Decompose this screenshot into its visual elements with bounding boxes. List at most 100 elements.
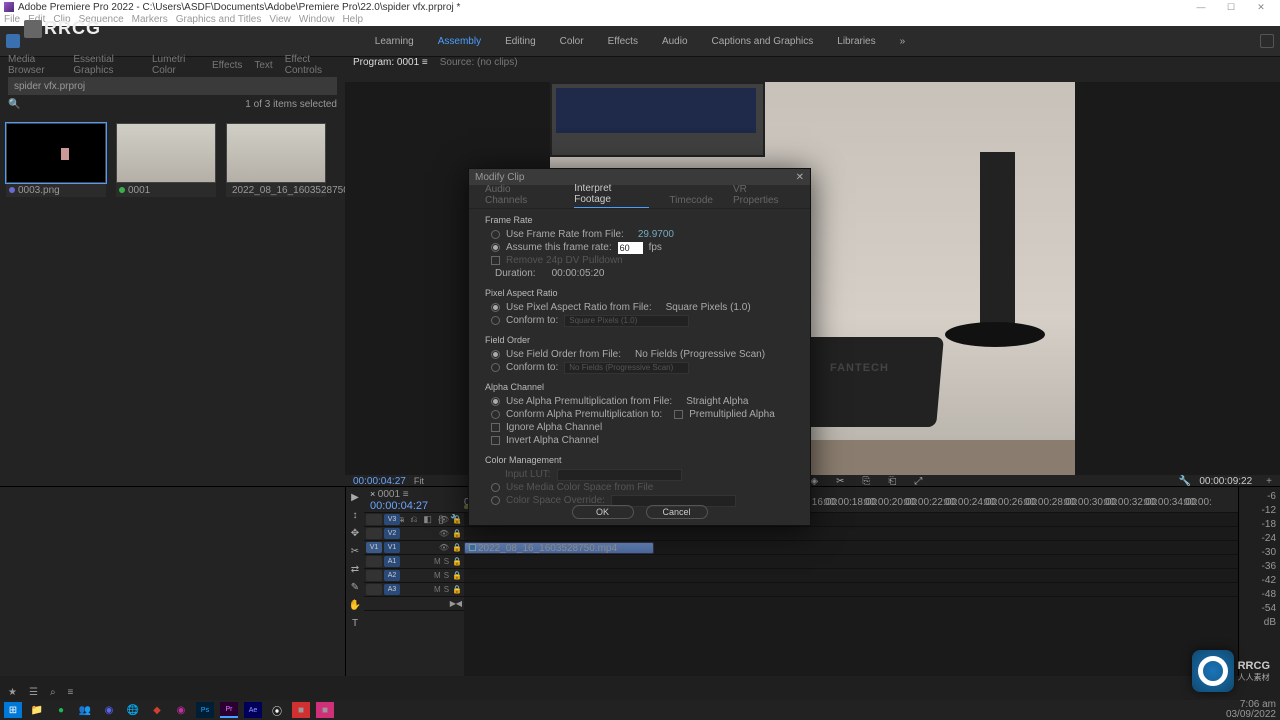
check-premult[interactable] xyxy=(674,410,683,419)
track-lanes[interactable]: 2022_08_16_1603528750.mp4 xyxy=(464,513,1238,676)
timeline-tools: ▶ ↕ ✥ ✂ ⇄ ✎ ✋ T xyxy=(346,487,364,676)
start-button[interactable]: ⊞ xyxy=(4,702,22,718)
menu-graphics[interactable]: Graphics and Titles xyxy=(176,14,262,26)
tb-app4[interactable]: ■ xyxy=(316,702,334,718)
dialog-close-icon[interactable]: ✕ xyxy=(796,172,804,183)
tb-premiere[interactable]: Pr xyxy=(220,702,238,718)
playhead-timecode-tl[interactable]: 00:00:04:27 xyxy=(370,500,458,512)
menu-markers[interactable]: Markers xyxy=(132,14,168,26)
tab-vr-properties[interactable]: VR Properties xyxy=(733,184,794,208)
track-header-a2[interactable]: A2MS🔒 xyxy=(364,569,464,583)
track-header-a3[interactable]: A3MS🔒 xyxy=(364,583,464,597)
track-header-v1[interactable]: V1V1👁🔒 xyxy=(364,541,464,555)
tb-explorer[interactable]: 📁 xyxy=(28,702,46,718)
tb-app3[interactable]: ■ xyxy=(292,702,310,718)
tab-program[interactable]: Program: 0001 ≡ xyxy=(353,57,428,68)
minimize-button[interactable]: — xyxy=(1186,2,1216,12)
maximize-button[interactable]: ☐ xyxy=(1216,2,1246,13)
add-button-icon[interactable]: + xyxy=(1266,476,1272,487)
export-icon[interactable] xyxy=(1260,34,1274,48)
project-item[interactable]: 0001 xyxy=(116,123,216,197)
tb-photoshop[interactable]: Ps xyxy=(196,702,214,718)
track-select-tool[interactable]: ↕ xyxy=(349,509,361,521)
track-header-a1[interactable]: A1MS🔒 xyxy=(364,555,464,569)
watermark-text: RRCG xyxy=(1238,660,1270,672)
tb-spotify[interactable]: ● xyxy=(52,702,70,718)
hand-tool[interactable]: ✋ xyxy=(349,599,361,611)
type-tool[interactable]: T xyxy=(349,617,361,629)
track-header-v3[interactable]: V3👁🔒 xyxy=(364,513,464,527)
track-headers: V3👁🔒 V2👁🔒 V1V1👁🔒 A1MS🔒 A2MS🔒 A3MS🔒 ▶◀ xyxy=(364,513,464,676)
dialog-tabs: Audio Channels Interpret Footage Timecod… xyxy=(469,191,810,209)
ws-overflow[interactable]: » xyxy=(900,36,906,47)
radio-fps-file[interactable] xyxy=(491,230,500,239)
search-icon[interactable]: 🔍 xyxy=(8,99,20,110)
tb-app2[interactable]: ◉ xyxy=(172,702,190,718)
radio-fps-assume[interactable] xyxy=(491,243,500,252)
pen-tool[interactable]: ✎ xyxy=(349,581,361,593)
razor-tool[interactable]: ✂ xyxy=(349,545,361,557)
cancel-button[interactable]: Cancel xyxy=(646,505,708,519)
slip-tool[interactable]: ⇄ xyxy=(349,563,361,575)
playhead-timecode[interactable]: 00:00:04:27 xyxy=(353,476,406,487)
tab-effects[interactable]: Effects xyxy=(212,60,242,71)
ws-effects[interactable]: Effects xyxy=(608,36,638,47)
ws-learning[interactable]: Learning xyxy=(375,36,414,47)
video-clip[interactable]: 2022_08_16_1603528750.mp4 xyxy=(464,542,654,554)
thumbnail-grid: 0003.png 0001 2022_08_16_1603528750.mp4 xyxy=(0,115,345,205)
tb-chrome[interactable]: 🌐 xyxy=(124,702,142,718)
radio-alpha-conform[interactable] xyxy=(491,410,500,419)
menu-window[interactable]: Window xyxy=(299,14,335,26)
ws-color[interactable]: Color xyxy=(560,36,584,47)
ws-libraries[interactable]: Libraries xyxy=(837,36,875,47)
menu-help[interactable]: Help xyxy=(342,14,363,26)
track-header-v2[interactable]: V2👁🔒 xyxy=(364,527,464,541)
ok-button[interactable]: OK xyxy=(572,505,634,519)
check-invert-alpha[interactable] xyxy=(491,436,500,445)
icon-view-icon[interactable]: ☰ xyxy=(29,687,38,698)
fit-dropdown[interactable]: Fit xyxy=(414,476,424,486)
tb-aftereffects[interactable]: Ae xyxy=(244,702,262,718)
freeform-icon[interactable]: ⌕ xyxy=(50,687,56,698)
menu-file[interactable]: File xyxy=(4,14,20,26)
tb-teams[interactable]: 👥 xyxy=(76,702,94,718)
assume-fps-input[interactable] xyxy=(618,242,643,254)
radio-alpha-file[interactable] xyxy=(491,397,500,406)
selection-tool[interactable]: ▶ xyxy=(349,491,361,503)
tb-unreal[interactable]: ⦿ xyxy=(268,702,286,718)
par-conform-select: Square Pixels (1.0) xyxy=(564,315,689,327)
settings-icon[interactable]: 🔧 xyxy=(1179,476,1191,487)
ws-editing[interactable]: Editing xyxy=(505,36,536,47)
bin-breadcrumb[interactable]: spider vfx.prproj xyxy=(8,77,337,95)
ripple-tool[interactable]: ✥ xyxy=(349,527,361,539)
sequence-tab[interactable]: × 0001 ≡ xyxy=(370,489,458,500)
radio-par-conform[interactable] xyxy=(491,316,500,325)
list-view-icon[interactable]: ★ xyxy=(8,687,17,698)
ws-captions[interactable]: Captions and Graphics xyxy=(712,36,814,47)
tab-audio-channels[interactable]: Audio Channels xyxy=(485,184,554,208)
project-tabs: Media Browser Essential Graphics Lumetri… xyxy=(0,57,345,73)
tab-source[interactable]: Source: (no clips) xyxy=(440,57,518,68)
home-button[interactable] xyxy=(6,34,20,48)
radio-par-file[interactable] xyxy=(491,303,500,312)
app-icon xyxy=(4,2,14,12)
tab-interpret-footage[interactable]: Interpret Footage xyxy=(574,183,649,208)
audio-meter: -6 -12 -18 -24 -30 -36 -42 -48 -54 dB xyxy=(1238,487,1280,676)
modify-clip-dialog: Modify Clip ✕ Audio Channels Interpret F… xyxy=(468,168,811,526)
tb-app1[interactable]: ◆ xyxy=(148,702,166,718)
project-item[interactable]: 2022_08_16_1603528750.mp4 xyxy=(226,123,326,197)
tab-text[interactable]: Text xyxy=(254,60,272,71)
check-ignore-alpha[interactable] xyxy=(491,423,500,432)
sort-icon[interactable]: ≡ xyxy=(68,687,74,698)
ws-assembly[interactable]: Assembly xyxy=(438,36,481,47)
tb-discord[interactable]: ◉ xyxy=(100,702,118,718)
ws-audio[interactable]: Audio xyxy=(662,36,688,47)
close-button[interactable]: ✕ xyxy=(1246,2,1276,13)
system-clock[interactable]: 7:06 am 03/09/2022 xyxy=(1226,700,1276,720)
titlebar: Adobe Premiere Pro 2022 - C:\Users\ASDF\… xyxy=(0,0,1280,14)
project-item[interactable]: 0003.png xyxy=(6,123,106,197)
tab-timecode[interactable]: Timecode xyxy=(669,195,713,208)
menu-view[interactable]: View xyxy=(269,14,291,26)
radio-field-conform[interactable] xyxy=(491,363,500,372)
radio-field-file[interactable] xyxy=(491,350,500,359)
